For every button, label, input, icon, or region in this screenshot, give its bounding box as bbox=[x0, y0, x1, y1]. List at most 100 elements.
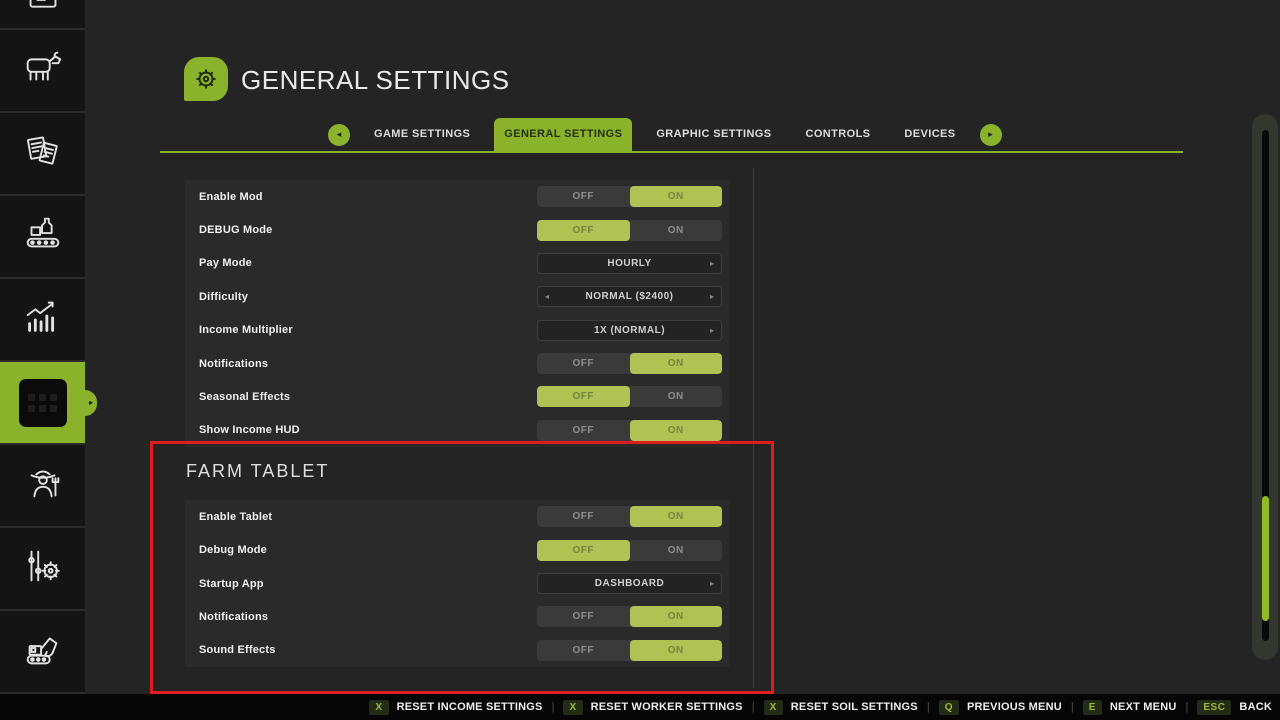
sidebar-item-excavator[interactable] bbox=[0, 611, 85, 694]
setting-row: DEBUG Mode OFFON bbox=[185, 213, 730, 246]
toggle-on-option[interactable]: ON bbox=[630, 420, 723, 441]
farm-tablet-panel: Enable TabletOFFONDebug ModeOFFONStartup… bbox=[185, 500, 730, 667]
toggle-off-option[interactable]: OFF bbox=[537, 540, 630, 561]
general-settings-screen: ▸ GENERAL SETTINGS ◂GAME SETTINGSGENERAL… bbox=[0, 0, 1280, 720]
setting-row: Income Multiplier 1X (NORMAL) ▸ bbox=[185, 314, 730, 347]
toggle-on-option[interactable]: ON bbox=[630, 540, 723, 561]
setting-label: DEBUG Mode bbox=[199, 224, 273, 236]
enable-mod-toggle[interactable]: OFFON bbox=[537, 186, 722, 207]
enable-tablet-toggle[interactable]: OFFON bbox=[537, 506, 722, 527]
sidebar-item-tuning[interactable] bbox=[0, 528, 85, 611]
chevron-left-icon[interactable]: ◂ bbox=[545, 287, 549, 306]
chevron-right-icon[interactable]: ▸ bbox=[710, 254, 714, 273]
tab-general-settings[interactable]: GENERAL SETTINGS bbox=[494, 118, 632, 151]
hotkey-previous-menu[interactable]: QPREVIOUS MENU bbox=[939, 700, 1062, 715]
notifications-toggle[interactable]: OFFON bbox=[537, 606, 722, 627]
setting-row: Show Income HUD OFFON bbox=[185, 414, 730, 447]
tabs-next-button[interactable]: ▸ bbox=[980, 124, 1002, 146]
toggle-on-option[interactable]: ON bbox=[630, 186, 723, 207]
keycap-e: E bbox=[1083, 700, 1102, 715]
hotkey-reset-soil-settings[interactable]: X RESET SOIL SETTINGS bbox=[764, 700, 918, 715]
setting-row: NotificationsOFFON bbox=[185, 600, 730, 633]
tab-graphic-settings[interactable]: GRAPHIC SETTINGS bbox=[646, 118, 781, 151]
setting-row: Enable Tablet OFFON bbox=[185, 500, 730, 533]
cow-icon bbox=[20, 45, 66, 96]
hotkey-next-menu[interactable]: E NEXT MENU bbox=[1083, 700, 1177, 715]
toggle-on-option[interactable]: ON bbox=[630, 386, 723, 407]
hotkey-label: RESET SOIL SETTINGS bbox=[791, 701, 918, 713]
excavator-icon bbox=[20, 626, 66, 677]
show-income-hud-toggle[interactable]: OFFON bbox=[537, 420, 722, 441]
tabs-prev-button[interactable]: ◂ bbox=[328, 124, 350, 146]
hotkey-label: BACK bbox=[1239, 701, 1272, 713]
debug-mode-toggle[interactable]: OFFON bbox=[537, 540, 722, 561]
income-multiplier-select[interactable]: 1X (NORMAL) ▸ bbox=[537, 320, 722, 341]
select-value: 1X (NORMAL) bbox=[594, 325, 665, 336]
setting-row: Enable ModOFFON bbox=[185, 180, 730, 213]
tuning-icon bbox=[20, 543, 66, 594]
tab-controls[interactable]: CONTROLS bbox=[796, 118, 881, 151]
sidebar-item-statistics[interactable] bbox=[0, 279, 85, 362]
hotkey-label: PREVIOUS MENU bbox=[967, 701, 1062, 713]
toggle-off-option[interactable]: OFF bbox=[537, 420, 630, 441]
hotkey-back[interactable]: ESCBACK bbox=[1197, 700, 1272, 715]
chevron-right-icon[interactable]: ▸ bbox=[710, 321, 714, 340]
toggle-on-option[interactable]: ON bbox=[630, 506, 723, 527]
divider: | bbox=[552, 701, 555, 713]
hotkey-reset-worker-settings[interactable]: XRESET WORKER SETTINGS bbox=[563, 700, 742, 715]
toggle-off-option[interactable]: OFF bbox=[537, 386, 630, 407]
sidebar-item-farmer[interactable] bbox=[0, 445, 85, 528]
setting-label: Income Multiplier bbox=[199, 324, 293, 336]
hotkey-label: NEXT MENU bbox=[1110, 701, 1177, 713]
content-scrollbar-track[interactable] bbox=[753, 168, 754, 688]
sidebar-item-documents[interactable] bbox=[0, 113, 85, 196]
toggle-off-option[interactable]: OFF bbox=[537, 606, 630, 627]
tab-devices[interactable]: DEVICES bbox=[894, 118, 965, 151]
sidebar-item-cow[interactable] bbox=[0, 30, 85, 113]
setting-label: Show Income HUD bbox=[199, 424, 300, 436]
divider: | bbox=[927, 701, 930, 713]
keycap-x: X bbox=[369, 700, 388, 715]
setting-row: Notifications OFFON bbox=[185, 347, 730, 380]
setting-label: Notifications bbox=[199, 358, 268, 370]
hotkey-label: RESET WORKER SETTINGS bbox=[591, 701, 743, 713]
hotkey-reset-income-settings[interactable]: X RESET INCOME SETTINGS bbox=[369, 700, 542, 715]
chevron-right-icon[interactable]: ▸ bbox=[710, 287, 714, 306]
toggle-off-option[interactable]: OFF bbox=[537, 353, 630, 374]
toggle-off-option[interactable]: OFF bbox=[537, 506, 630, 527]
sound-effects-toggle[interactable]: OFFON bbox=[537, 640, 722, 661]
pay-mode-select[interactable]: HOURLY ▸ bbox=[537, 253, 722, 274]
setting-label: Enable Tablet bbox=[199, 511, 272, 523]
tablet-app-icon bbox=[19, 379, 67, 427]
sidebar-item-tablet-app[interactable]: ▸ bbox=[0, 362, 85, 445]
sidebar-item-production[interactable] bbox=[0, 196, 85, 279]
setting-label: Debug Mode bbox=[199, 544, 267, 556]
tab-game-settings[interactable]: GAME SETTINGS bbox=[364, 118, 480, 151]
toggle-on-option[interactable]: ON bbox=[630, 606, 723, 627]
setting-row: Pay ModeHOURLY▸ bbox=[185, 247, 730, 280]
toggle-off-option[interactable]: OFF bbox=[537, 640, 630, 661]
footer-hotkey-bar: XRESET INCOME SETTINGS|XRESET WORKER SET… bbox=[0, 694, 1280, 720]
setting-row: Sound EffectsOFFON bbox=[185, 634, 730, 667]
keycap-x: X bbox=[764, 700, 783, 715]
notifications-toggle[interactable]: OFFON bbox=[537, 353, 722, 374]
toggle-on-option[interactable]: ON bbox=[630, 353, 723, 374]
active-item-pointer: ▸ bbox=[85, 390, 97, 416]
sidebar-item-screen[interactable] bbox=[0, 0, 85, 30]
toggle-off-option[interactable]: OFF bbox=[537, 186, 630, 207]
divider: | bbox=[1186, 701, 1189, 713]
difficulty-select[interactable]: ◂NORMAL ($2400)▸ bbox=[537, 286, 722, 307]
farmer-icon bbox=[20, 460, 66, 511]
toggle-on-option[interactable]: ON bbox=[630, 220, 723, 241]
select-value: HOURLY bbox=[607, 258, 651, 269]
hotkey-label: RESET INCOME SETTINGS bbox=[397, 701, 543, 713]
setting-label: Seasonal Effects bbox=[199, 391, 290, 403]
select-value: DASHBOARD bbox=[595, 578, 665, 589]
startup-app-select[interactable]: DASHBOARD ▸ bbox=[537, 573, 722, 594]
toggle-off-option[interactable]: OFF bbox=[537, 220, 630, 241]
debug-mode-toggle[interactable]: OFFON bbox=[537, 220, 722, 241]
toggle-on-option[interactable]: ON bbox=[630, 640, 723, 661]
seasonal-effects-toggle[interactable]: OFFON bbox=[537, 386, 722, 407]
scrollbar-thumb[interactable] bbox=[1262, 496, 1269, 621]
chevron-right-icon[interactable]: ▸ bbox=[710, 574, 714, 593]
